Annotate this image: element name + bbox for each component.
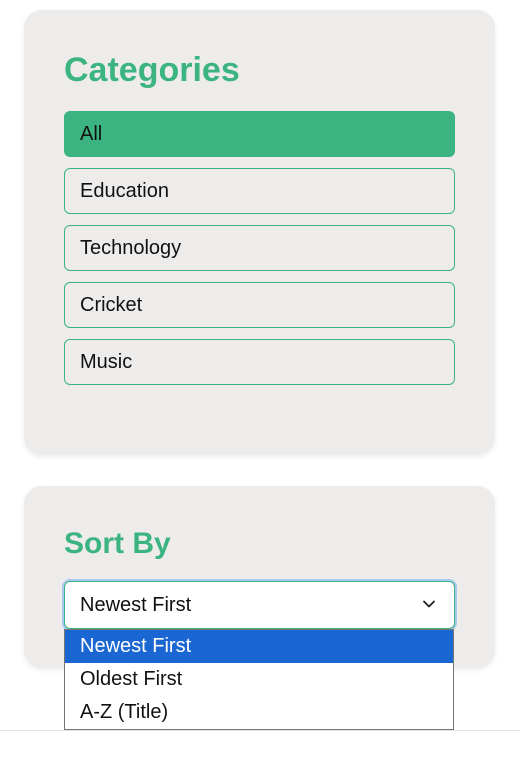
- sort-dropdown-list: Newest First Oldest First A-Z (Title): [64, 629, 454, 730]
- category-list: All Education Technology Cricket Music: [64, 111, 455, 396]
- sort-title: Sort By: [64, 527, 171, 560]
- category-item-cricket[interactable]: Cricket: [64, 282, 455, 328]
- sort-select-value: Newest First: [80, 594, 192, 616]
- category-item-music[interactable]: Music: [64, 339, 455, 385]
- sort-option-newest[interactable]: Newest First: [65, 630, 453, 663]
- chevron-down-icon: [423, 600, 435, 608]
- page-divider: [0, 730, 520, 731]
- category-item-all[interactable]: All: [64, 111, 455, 157]
- category-item-technology[interactable]: Technology: [64, 225, 455, 271]
- sort-select[interactable]: Newest First: [64, 581, 455, 629]
- sort-option-oldest[interactable]: Oldest First: [65, 663, 453, 696]
- sort-option-az[interactable]: A-Z (Title): [65, 696, 453, 729]
- categories-card: Categories All Education Technology Cric…: [24, 10, 495, 455]
- category-item-education[interactable]: Education: [64, 168, 455, 214]
- categories-title: Categories: [64, 51, 240, 89]
